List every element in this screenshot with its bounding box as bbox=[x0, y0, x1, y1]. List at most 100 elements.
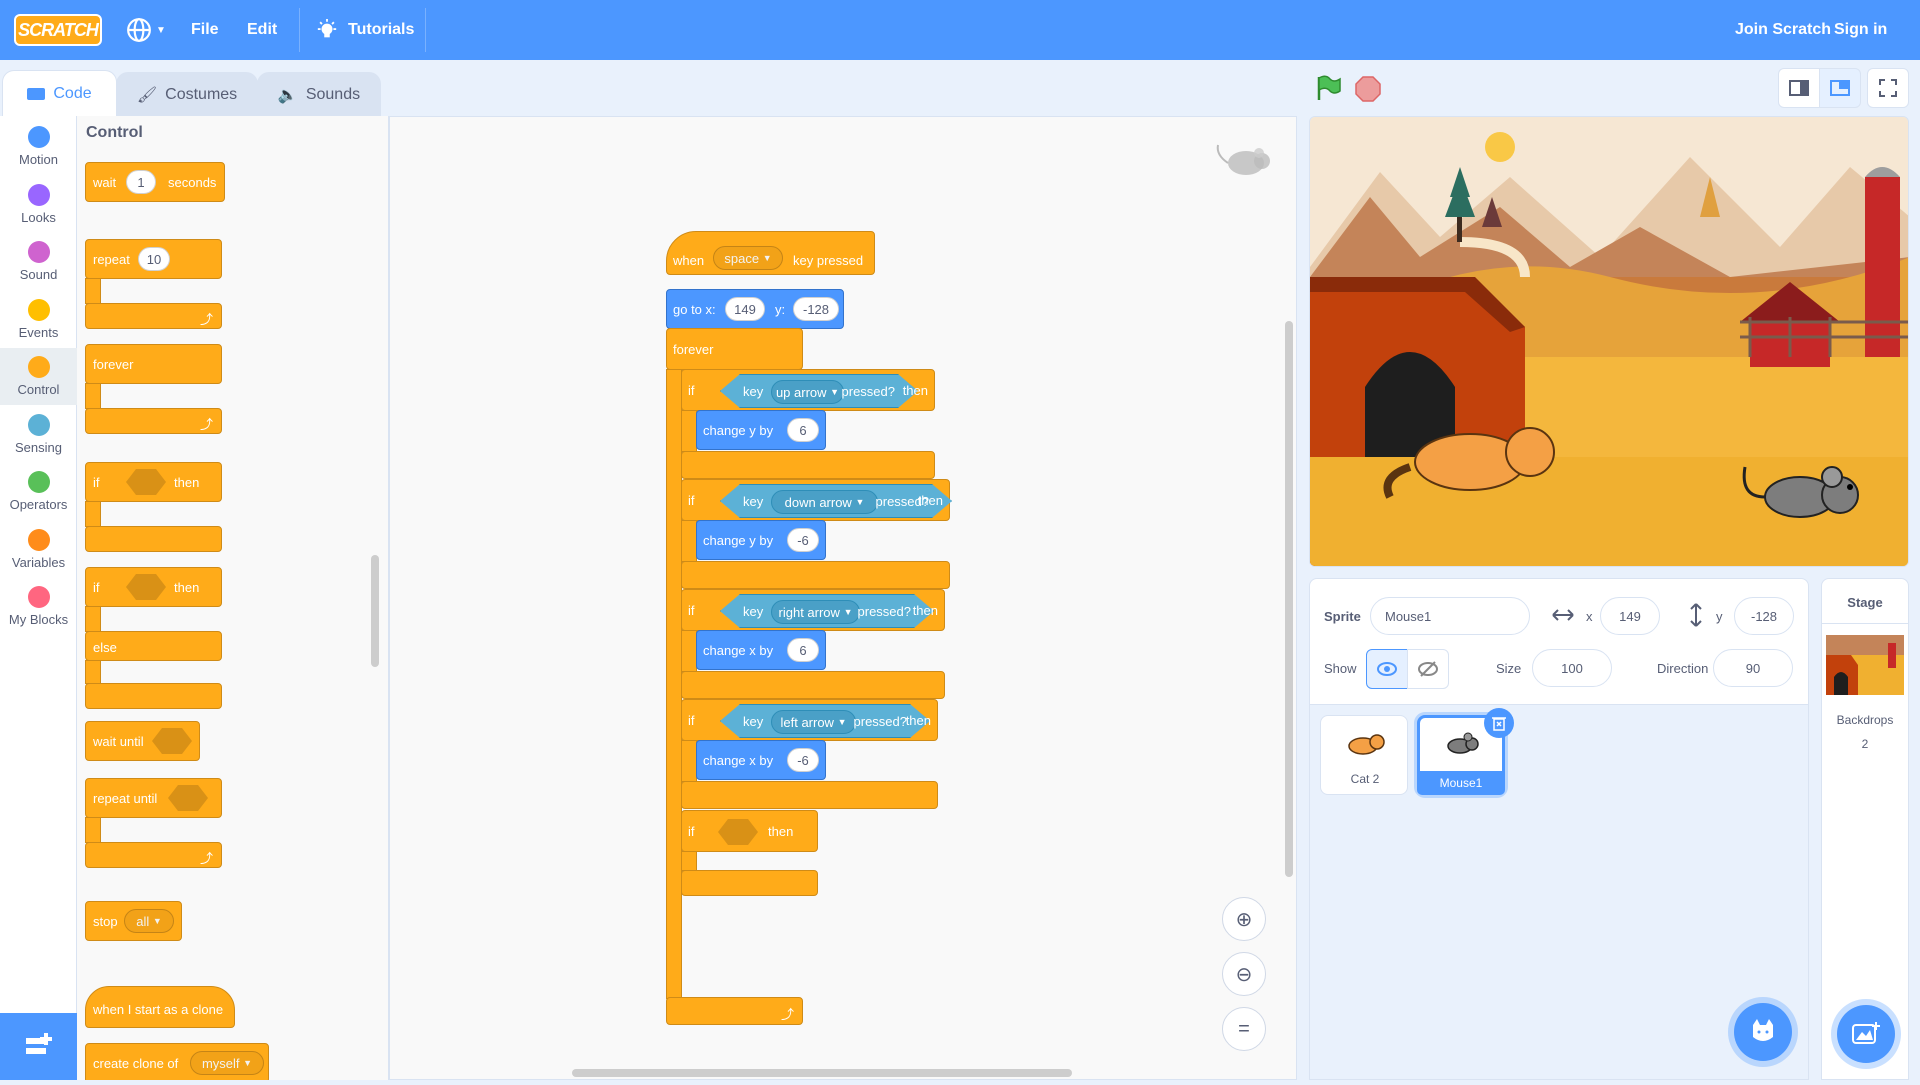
add-extension-icon bbox=[26, 1033, 52, 1054]
tutorials-button[interactable]: Tutorials bbox=[316, 0, 414, 60]
block-stop[interactable]: stop all ▼ bbox=[85, 901, 182, 941]
block-if-key-left-arrow[interactable]: if key left arrow ▼ pressed? then bbox=[681, 699, 938, 741]
zoom-in-icon: ⊕ bbox=[1235, 908, 1253, 931]
tab-code-label: Code bbox=[53, 84, 92, 102]
show-sprite-button[interactable] bbox=[1366, 649, 1408, 689]
category-looks[interactable]: Looks bbox=[0, 176, 77, 233]
choose-backdrop-button[interactable] bbox=[1837, 1005, 1895, 1063]
tab-costumes[interactable]: 🖌 Costumes bbox=[116, 72, 258, 116]
block-go-to-xy[interactable]: go to x: 149 y: -128 bbox=[666, 289, 844, 329]
key-dropdown[interactable]: down arrow ▼ bbox=[771, 490, 878, 514]
edit-menu[interactable]: Edit bbox=[247, 0, 277, 60]
block-create-clone[interactable]: create clone of myself ▼ bbox=[85, 1043, 269, 1080]
workspace-horizontal-scrollbar[interactable] bbox=[572, 1069, 1072, 1077]
block-if-then-empty[interactable]: if then bbox=[681, 810, 818, 852]
y-input[interactable]: -128 bbox=[793, 297, 839, 321]
palette-scrollbar[interactable] bbox=[371, 555, 379, 667]
stage-panel[interactable]: Stage Backdrops 2 bbox=[1821, 578, 1909, 1080]
zoom-reset-button[interactable]: = bbox=[1222, 1007, 1266, 1051]
x-input[interactable]: 149 bbox=[725, 297, 765, 321]
block-if-key-down-arrow[interactable]: if key down arrow ▼ pressed? then bbox=[681, 479, 950, 521]
block-else: else bbox=[85, 631, 222, 661]
block-change-by[interactable]: change x by 6 bbox=[696, 630, 826, 670]
block-repeat[interactable]: repeat 10 bbox=[85, 239, 222, 279]
paintbrush-icon: 🖌 bbox=[136, 86, 158, 104]
category-operators[interactable]: Operators bbox=[0, 463, 77, 520]
block-change-by[interactable]: change y by -6 bbox=[696, 520, 826, 560]
scratch-logo[interactable]: SCRATCH bbox=[14, 14, 102, 46]
stop-dropdown[interactable]: all ▼ bbox=[124, 909, 174, 933]
key-dropdown[interactable]: up arrow ▼ bbox=[771, 380, 844, 404]
key-dropdown[interactable]: right arrow ▼ bbox=[771, 600, 860, 624]
block-forever[interactable]: forever bbox=[85, 344, 222, 384]
condition-slot[interactable] bbox=[152, 728, 192, 754]
change-value-input[interactable]: 6 bbox=[787, 418, 819, 442]
tab-sounds[interactable]: 🔈 Sounds bbox=[257, 72, 381, 116]
block-repeat-arm bbox=[85, 278, 101, 304]
workspace-vertical-scrollbar[interactable] bbox=[1285, 321, 1293, 877]
block-change-by[interactable]: change y by 6 bbox=[696, 410, 826, 450]
change-value-input[interactable]: -6 bbox=[787, 528, 819, 552]
zoom-in-button[interactable]: ⊕ bbox=[1222, 897, 1266, 941]
zoom-out-button[interactable]: ⊖ bbox=[1222, 952, 1266, 996]
category-motion[interactable]: Motion bbox=[0, 118, 77, 175]
repeat-input[interactable]: 10 bbox=[138, 247, 170, 271]
hat-when-key-pressed[interactable]: when space ▼ key pressed bbox=[666, 231, 875, 275]
fullscreen-button[interactable] bbox=[1867, 68, 1909, 108]
block-change-by[interactable]: change x by -6 bbox=[696, 740, 826, 780]
condition-slot[interactable] bbox=[126, 574, 166, 600]
block-if-then-else[interactable]: if then bbox=[85, 567, 222, 607]
if-arm bbox=[681, 851, 697, 871]
condition-slot[interactable] bbox=[168, 785, 208, 811]
tab-code[interactable]: Code bbox=[2, 70, 117, 116]
sprite-direction-input[interactable]: 90 bbox=[1713, 649, 1793, 687]
normal-stage-button[interactable] bbox=[1819, 68, 1861, 108]
block-if-key-right-arrow[interactable]: if key right arrow ▼ pressed? then bbox=[681, 589, 945, 631]
key-pressed-condition[interactable]: key right arrow ▼ pressed? bbox=[720, 594, 934, 628]
key-pressed-condition[interactable]: key up arrow ▼ pressed? bbox=[720, 374, 918, 408]
block-wait-until[interactable]: wait until bbox=[85, 721, 200, 761]
key-dropdown[interactable]: left arrow ▼ bbox=[771, 710, 856, 734]
small-stage-button[interactable] bbox=[1778, 68, 1820, 108]
green-flag-icon[interactable] bbox=[1314, 74, 1342, 102]
sign-in-link[interactable]: Sign in bbox=[1834, 0, 1887, 60]
sprite-x-input[interactable]: 149 bbox=[1600, 597, 1660, 635]
block-forever[interactable]: forever bbox=[666, 328, 803, 370]
delete-sprite-button[interactable] bbox=[1484, 708, 1514, 738]
wait-input[interactable]: 1 bbox=[126, 170, 156, 194]
sprite-tile-cat[interactable]: Cat 2 bbox=[1320, 715, 1408, 795]
category-control[interactable]: Control bbox=[0, 348, 77, 405]
block-if-then[interactable]: if then bbox=[85, 462, 222, 502]
add-extension-button[interactable] bbox=[0, 1013, 77, 1080]
change-value-input[interactable]: 6 bbox=[787, 638, 819, 662]
join-scratch-link[interactable]: Join Scratch bbox=[1735, 0, 1831, 60]
if-bottom bbox=[681, 671, 945, 699]
block-wait[interactable]: wait 1 seconds bbox=[85, 162, 225, 202]
category-variables[interactable]: Variables bbox=[0, 521, 77, 578]
category-sound[interactable]: Sound bbox=[0, 233, 77, 290]
block-repeat-until[interactable]: repeat until bbox=[85, 778, 222, 818]
code-workspace[interactable]: when space ▼ key pressed go to x: 149 y:… bbox=[389, 116, 1297, 1080]
category-events[interactable]: Events bbox=[0, 291, 77, 348]
sprite-size-input[interactable]: 100 bbox=[1532, 649, 1612, 687]
hide-sprite-button[interactable] bbox=[1407, 649, 1449, 689]
category-my-blocks[interactable]: My Blocks bbox=[0, 578, 77, 635]
stop-icon[interactable] bbox=[1355, 76, 1381, 102]
condition-slot[interactable] bbox=[718, 819, 758, 845]
sprite-name-input[interactable]: Mouse1 bbox=[1370, 597, 1530, 635]
choose-sprite-button[interactable] bbox=[1734, 1003, 1792, 1061]
condition-slot[interactable] bbox=[126, 469, 166, 495]
change-value-input[interactable]: -6 bbox=[787, 748, 819, 772]
language-menu[interactable]: ▼ bbox=[126, 0, 166, 60]
block-if-key-up-arrow[interactable]: if key up arrow ▼ pressed? then bbox=[681, 369, 935, 411]
block-when-clone[interactable]: when I start as a clone bbox=[85, 986, 235, 1028]
key-pressed-condition[interactable]: key left arrow ▼ pressed? bbox=[720, 704, 930, 738]
sprite-y-input[interactable]: -128 bbox=[1734, 597, 1794, 635]
block-label: then bbox=[905, 713, 931, 728]
category-sensing[interactable]: Sensing bbox=[0, 406, 77, 463]
stage-canvas[interactable] bbox=[1309, 116, 1909, 567]
sprite-tile-mouse[interactable]: Mouse1 bbox=[1417, 708, 1514, 795]
clone-dropdown[interactable]: myself ▼ bbox=[190, 1051, 264, 1075]
file-menu[interactable]: File bbox=[191, 0, 219, 60]
key-dropdown[interactable]: space ▼ bbox=[713, 246, 783, 270]
